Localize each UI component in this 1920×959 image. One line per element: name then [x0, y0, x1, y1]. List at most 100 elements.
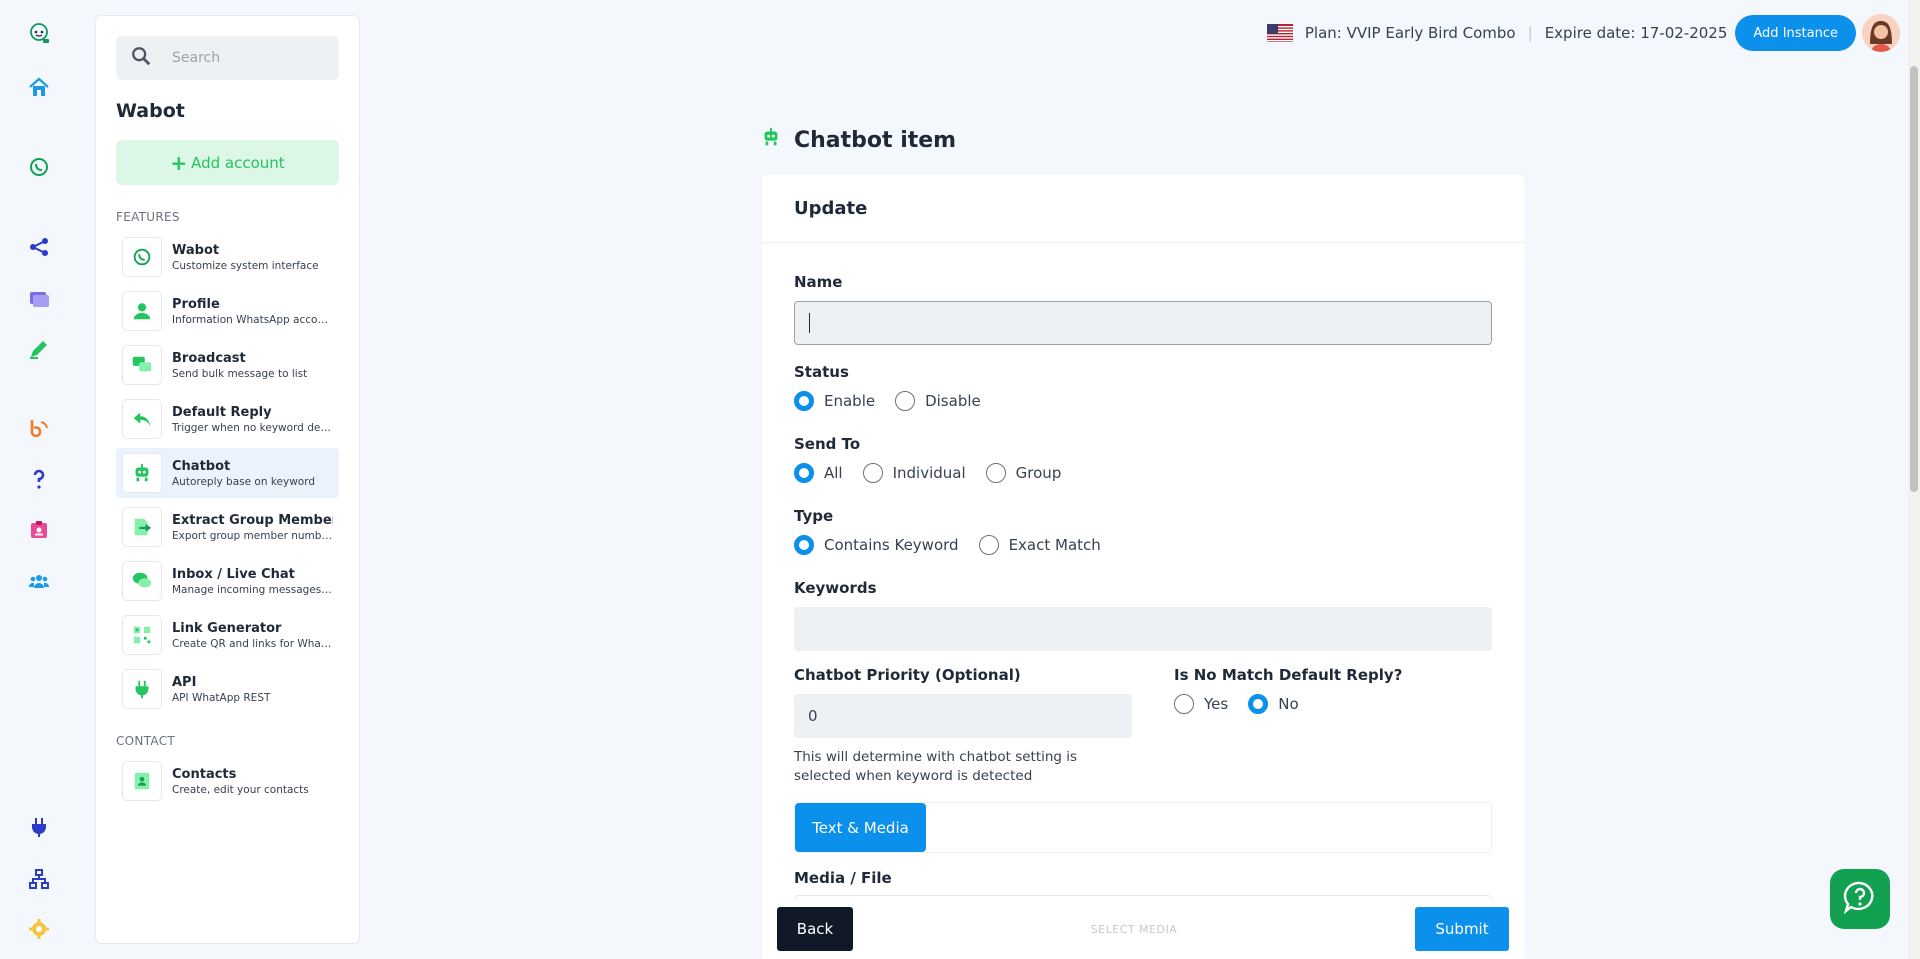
sitemap-icon[interactable] — [22, 862, 56, 896]
media-file-label: Media / File — [794, 869, 892, 887]
priority-input[interactable]: 0 — [794, 694, 1132, 738]
default-reply-radio-group: Yes No — [1174, 694, 1402, 714]
plug-icon — [122, 669, 162, 709]
feature-item-default-reply[interactable]: Default Reply Trigger when no keyword de… — [116, 394, 339, 444]
status-label: Status — [794, 363, 849, 381]
tab-text-media[interactable]: Text & Media — [795, 803, 926, 852]
share-icon[interactable] — [22, 230, 56, 264]
plan-text: Plan: VVIP Early Bird Combo — [1304, 24, 1516, 42]
chatbot-form-card: Update Name Status Enable Disable Send T… — [762, 175, 1524, 959]
status-disable-label[interactable]: Disable — [925, 392, 981, 410]
feature-sidebar: Wabot + Add account FEATURES Wabot Custo… — [95, 15, 360, 944]
plus-icon: + — [170, 150, 188, 175]
robot-icon — [760, 126, 794, 154]
avatar[interactable] — [1862, 14, 1900, 52]
keywords-input[interactable] — [794, 607, 1492, 651]
feature-name: Link Generator — [172, 620, 282, 636]
feature-item-inbox-live-chat[interactable]: Inbox / Live Chat Manage incoming messag… — [116, 556, 339, 606]
name-input[interactable] — [794, 301, 1492, 345]
search-icon — [130, 45, 152, 71]
type-contains-keyword-radio[interactable] — [794, 535, 814, 555]
feature-item-chatbot[interactable]: Chatbot Autoreply base on keyword — [116, 448, 339, 498]
default-reply-no-radio[interactable] — [1248, 694, 1269, 714]
default-reply-yes-radio[interactable] — [1174, 694, 1194, 714]
top-bar: Plan: VVIP Early Bird Combo | Expire dat… — [1266, 14, 1900, 52]
type-label: Type — [794, 507, 834, 525]
feature-desc: Manage incoming messages and chats — [172, 583, 332, 596]
send-to-radio-group: All Individual Group — [794, 463, 1492, 483]
add-account-button[interactable]: + Add account — [116, 140, 339, 185]
home-icon[interactable] — [22, 71, 56, 105]
contact-section-label: CONTACT — [116, 734, 176, 748]
status-enable-label[interactable]: Enable — [824, 392, 875, 410]
comments-icon — [122, 561, 162, 601]
feature-name: Wabot — [172, 242, 220, 258]
type-contains-keyword-label[interactable]: Contains Keyword — [824, 536, 959, 554]
feature-item-api[interactable]: API API WhatApp REST — [116, 664, 339, 714]
submit-button[interactable]: Submit — [1415, 907, 1509, 951]
us-flag-icon[interactable] — [1266, 24, 1293, 42]
qr-code-icon — [122, 615, 162, 655]
blog-icon[interactable] — [22, 411, 56, 445]
help-question-icon[interactable] — [22, 462, 56, 496]
default-reply-no-label[interactable]: No — [1278, 695, 1298, 713]
feature-desc: Send bulk message to list — [172, 367, 308, 380]
id-badge-icon[interactable] — [22, 513, 56, 547]
chat-question-icon — [1843, 880, 1877, 918]
feature-desc: Customize system interface — [172, 259, 319, 272]
file-export-icon — [122, 507, 162, 547]
send-to-group-label[interactable]: Group — [1016, 464, 1062, 482]
add-instance-button[interactable]: Add Instance — [1735, 15, 1856, 51]
back-button[interactable]: Back — [777, 907, 853, 951]
robot-icon — [122, 453, 162, 493]
help-chat-button[interactable] — [1830, 869, 1890, 929]
feature-item-contacts[interactable]: Contacts Create, edit your contacts — [116, 756, 339, 806]
scrollbar[interactable] — [1908, 0, 1920, 959]
feature-desc: Autoreply base on keyword — [172, 475, 316, 488]
whatsapp-icon — [122, 237, 162, 277]
feature-item-profile[interactable]: Profile Information WhatsApp account — [116, 286, 339, 336]
feature-item-extract-group-member[interactable]: Extract Group Member Export group member… — [116, 502, 339, 552]
feature-desc: Export group member number — [172, 529, 332, 542]
folders-icon[interactable] — [22, 281, 56, 315]
feature-name: Default Reply — [172, 404, 272, 420]
feature-name: Extract Group Member — [172, 512, 333, 528]
bot-logo-icon[interactable] — [22, 16, 56, 50]
type-exact-match-radio[interactable] — [978, 535, 999, 555]
add-account-label: Add account — [191, 153, 285, 172]
users-icon[interactable] — [22, 564, 56, 598]
feature-desc: API WhatApp REST — [172, 691, 271, 704]
expire-date-text: Expire date: 17-02-2025 — [1544, 24, 1728, 42]
feature-item-link-generator[interactable]: Link Generator Create QR and links for W… — [116, 610, 339, 660]
form-action-bar: Back SELECT MEDIA Submit — [762, 899, 1524, 959]
feature-desc: Trigger when no keyword detected — [172, 421, 332, 434]
address-book-icon — [122, 761, 162, 801]
feature-item-wabot[interactable]: Wabot Customize system interface — [116, 232, 339, 282]
send-to-all-label[interactable]: All — [824, 464, 843, 482]
search-box[interactable] — [116, 36, 339, 80]
chat-bubbles-icon — [122, 345, 162, 385]
send-to-all-radio[interactable] — [794, 463, 814, 483]
page-title: Chatbot item — [760, 126, 956, 154]
feature-item-broadcast[interactable]: Broadcast Send bulk message to list — [116, 340, 339, 390]
plug-icon[interactable] — [22, 810, 56, 844]
send-to-individual-label[interactable]: Individual — [893, 464, 966, 482]
send-to-individual-radio[interactable] — [862, 463, 883, 483]
name-label: Name — [794, 273, 843, 291]
select-media-button[interactable]: SELECT MEDIA — [1091, 923, 1178, 936]
search-input[interactable] — [172, 50, 322, 66]
status-disable-radio[interactable] — [895, 391, 916, 411]
send-to-label: Send To — [794, 435, 861, 453]
feature-name: Contacts — [172, 766, 237, 782]
settings-gear-icon[interactable] — [22, 912, 56, 946]
scrollbar-thumb[interactable] — [1910, 66, 1918, 492]
whatsapp-icon[interactable] — [22, 150, 56, 184]
default-reply-yes-label[interactable]: Yes — [1204, 695, 1228, 713]
feature-name: API — [172, 674, 197, 690]
status-enable-radio[interactable] — [794, 391, 814, 411]
features-section-label: FEATURES — [116, 210, 180, 224]
feature-name: Inbox / Live Chat — [172, 566, 295, 582]
edit-icon[interactable] — [22, 332, 56, 366]
send-to-group-radio[interactable] — [985, 463, 1006, 483]
type-exact-match-label[interactable]: Exact Match — [1009, 536, 1101, 554]
